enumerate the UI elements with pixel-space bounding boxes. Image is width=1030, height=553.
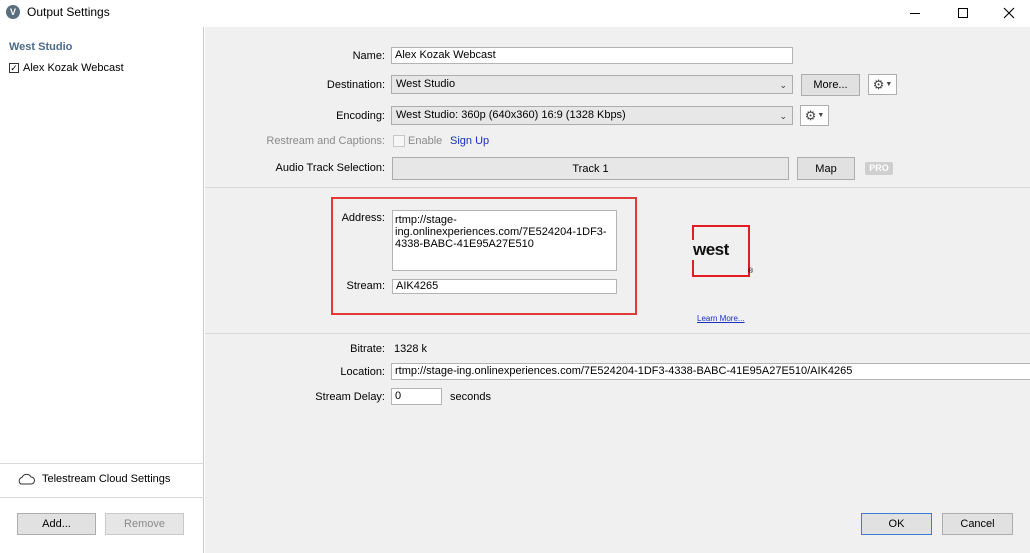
registered-mark: ® xyxy=(748,268,754,275)
stream-input[interactable]: AIK4265 xyxy=(392,279,617,294)
stream-delay-label: Stream Delay: xyxy=(315,391,385,403)
caret-icon: ▼ xyxy=(885,81,893,88)
destination-value: West Studio xyxy=(396,78,456,90)
destination-label: Destination: xyxy=(326,79,385,91)
gear-icon: ⚙ xyxy=(872,76,885,92)
add-button[interactable]: Add... xyxy=(17,513,96,535)
pro-badge: PRO xyxy=(865,162,893,175)
maximize-button[interactable] xyxy=(940,0,986,26)
sidebar-divider xyxy=(0,463,204,464)
signup-link[interactable]: Sign Up xyxy=(450,135,489,147)
chevron-down-icon: ⌄ xyxy=(779,111,787,121)
settings-panel: Name: Alex Kozak Webcast Destination: We… xyxy=(205,27,1030,553)
destination-gear-button[interactable]: ⚙ ▼ xyxy=(868,74,897,95)
cloud-icon xyxy=(18,473,35,485)
seconds-label: seconds xyxy=(450,391,491,403)
location-field[interactable]: rtmp://stage-ing.onlinexperiences.com/7E… xyxy=(391,363,1030,380)
audio-label: Audio Track Selection: xyxy=(275,162,385,174)
encoding-value: West Studio: 360p (640x360) 16:9 (1328 K… xyxy=(396,109,626,121)
west-logo-text: west xyxy=(692,240,730,260)
section-divider xyxy=(205,333,1030,334)
maximize-icon xyxy=(958,8,968,18)
minimize-button[interactable] xyxy=(892,0,938,26)
enable-checkbox[interactable] xyxy=(393,135,405,147)
restream-label: Restream and Captions: xyxy=(266,135,385,147)
name-label: Name: xyxy=(352,50,385,62)
minimize-icon xyxy=(910,12,920,14)
encoding-gear-button[interactable]: ⚙ ▼ xyxy=(800,105,829,126)
destination-select[interactable]: West Studio ⌄ xyxy=(391,75,793,94)
cancel-button[interactable]: Cancel xyxy=(942,513,1013,535)
window-title: Output Settings xyxy=(27,5,110,19)
gear-icon: ⚙ xyxy=(804,107,817,123)
location-label: Location: xyxy=(340,366,385,378)
check-icon[interactable]: ✓ xyxy=(9,63,19,73)
sidebar-item-label: Alex Kozak Webcast xyxy=(23,62,124,74)
sidebar-divider xyxy=(0,497,204,498)
close-button[interactable] xyxy=(986,0,1030,26)
studio-title[interactable]: West Studio xyxy=(9,41,72,53)
app-logo-icon: V xyxy=(6,5,20,19)
address-label: Address: xyxy=(341,212,385,224)
audio-track-select[interactable]: Track 1 xyxy=(392,157,789,180)
cloud-settings-label: Telestream Cloud Settings xyxy=(42,473,171,485)
name-input[interactable]: Alex Kozak Webcast xyxy=(391,47,793,64)
more-button[interactable]: More... xyxy=(801,74,860,96)
bitrate-value: 1328 k xyxy=(394,343,428,355)
title-bar: V Output Settings xyxy=(0,0,1030,26)
stream-label: Stream: xyxy=(346,280,385,292)
address-input[interactable]: rtmp://stage- ing.onlinexperiences.com/7… xyxy=(392,210,617,271)
encoding-select[interactable]: West Studio: 360p (640x360) 16:9 (1328 K… xyxy=(391,106,793,125)
remove-button[interactable]: Remove xyxy=(105,513,184,535)
stream-delay-input[interactable]: 0 xyxy=(391,388,442,405)
encoding-label: Encoding: xyxy=(336,110,385,122)
cloud-settings-item[interactable]: Telestream Cloud Settings xyxy=(17,473,170,485)
learn-more-link[interactable]: Learn More... xyxy=(697,314,745,323)
sidebar-item-output[interactable]: ✓ Alex Kozak Webcast xyxy=(9,62,124,74)
map-button[interactable]: Map xyxy=(797,157,855,180)
chevron-down-icon: ⌄ xyxy=(779,80,787,90)
section-divider xyxy=(205,187,1030,188)
close-icon xyxy=(1003,7,1015,19)
enable-label: Enable xyxy=(408,135,443,147)
sidebar: West Studio ✓ Alex Kozak Webcast Telestr… xyxy=(0,27,204,553)
ok-button[interactable]: OK xyxy=(861,513,932,535)
caret-icon: ▼ xyxy=(817,112,825,119)
bitrate-label: Bitrate: xyxy=(350,343,385,355)
